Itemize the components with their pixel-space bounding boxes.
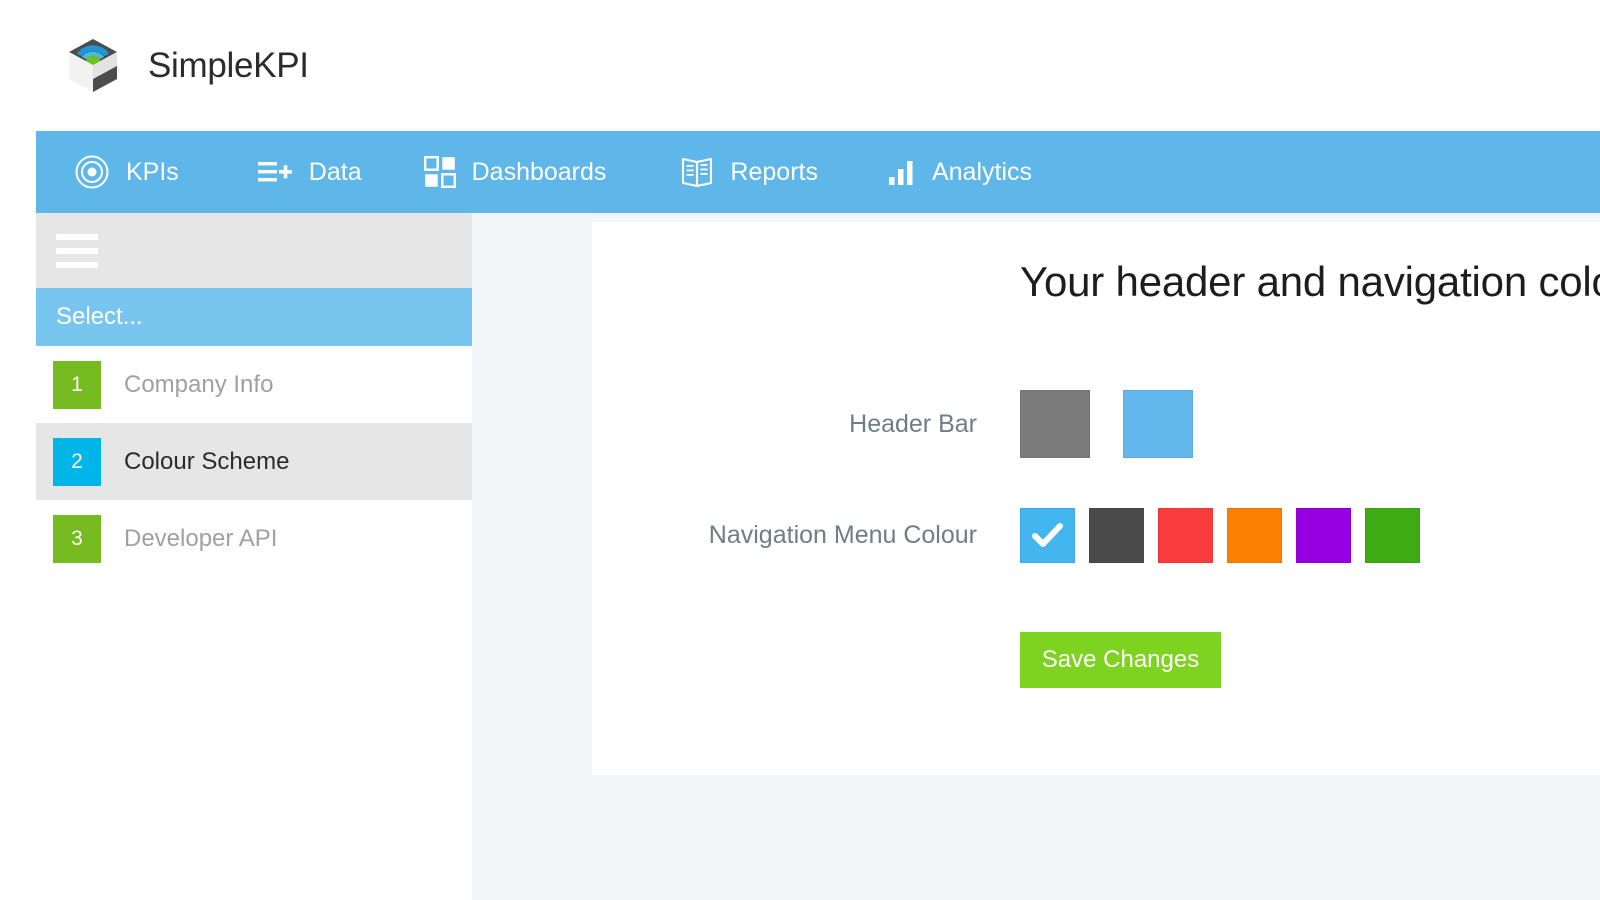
sidebar-item-label-company-info: Company Info: [124, 370, 274, 398]
swatch-nav-red[interactable]: [1158, 508, 1213, 563]
sidebar-item-colour-scheme[interactable]: 2 Colour Scheme: [36, 423, 472, 500]
sidebar-select-label: Select...: [56, 303, 143, 330]
nav-item-kpis[interactable]: KPIs: [36, 131, 179, 213]
brand-name: SimpleKPI: [148, 45, 309, 85]
swatch-nav-green[interactable]: [1365, 508, 1420, 563]
nav-item-analytics[interactable]: Analytics: [818, 131, 1032, 213]
nav-label-reports: Reports: [730, 157, 818, 186]
swatch-group-navigation-menu-colour: [1020, 508, 1420, 563]
nav-item-data[interactable]: Data: [179, 131, 362, 213]
nav-label-kpis: KPIs: [126, 157, 179, 186]
sidebar-item-label-colour-scheme: Colour Scheme: [124, 447, 290, 475]
swatch-nav-orange[interactable]: [1227, 508, 1282, 563]
swatch-header-bar-grey[interactable]: [1020, 390, 1090, 458]
grid-icon: [423, 156, 456, 188]
sidebar-toggle-button[interactable]: [36, 213, 472, 288]
field-row-navigation-menu-colour: Navigation Menu Colour: [592, 508, 1452, 563]
sidebar-item-label-developer-api: Developer API: [124, 524, 278, 552]
hamburger-icon: [56, 233, 98, 268]
isometric-cube-logo: [66, 37, 120, 95]
target-icon: [74, 154, 110, 190]
swatch-nav-blue[interactable]: [1020, 508, 1075, 563]
swatch-group-header-bar: [1020, 390, 1193, 458]
nav-item-dashboards[interactable]: Dashboards: [362, 131, 607, 213]
step-badge-2: 2: [53, 437, 101, 486]
main-navigation-bar: KPIs Data Dashboards Reports Analytics: [36, 131, 1600, 213]
step-badge-3: 3: [53, 514, 101, 563]
nav-label-dashboards: Dashboards: [471, 157, 607, 186]
colour-scheme-panel: Your header and navigation colours Heade…: [592, 222, 1600, 775]
sidebar-item-company-info[interactable]: 1 Company Info: [36, 346, 472, 423]
nav-item-reports[interactable]: Reports: [606, 131, 818, 213]
sidebar: Select... 1 Company Info 2 Colour Scheme…: [36, 213, 472, 900]
field-label-header-bar: Header Bar: [849, 409, 977, 438]
field-row-header-bar: Header Bar: [592, 390, 1252, 458]
open-book-icon: [680, 156, 714, 188]
sidebar-select-dropdown[interactable]: Select...: [36, 288, 472, 346]
nav-label-analytics: Analytics: [931, 157, 1033, 186]
sidebar-item-developer-api[interactable]: 3 Developer API: [36, 500, 472, 577]
swatch-nav-purple[interactable]: [1296, 508, 1351, 563]
swatch-nav-dark-grey[interactable]: [1089, 508, 1144, 563]
app-root: SimpleKPI KPIs Data Dashboards Reports A…: [0, 0, 1600, 900]
page-title: Your header and navigation colours: [1020, 258, 1600, 305]
checkmark-icon: [1021, 509, 1074, 562]
bar-chart-icon: [888, 158, 916, 186]
brand-header: SimpleKPI: [0, 0, 1600, 131]
save-changes-button[interactable]: Save Changes: [1020, 632, 1221, 688]
list-plus-icon: [257, 157, 293, 187]
field-label-navigation-menu-colour: Navigation Menu Colour: [708, 521, 977, 549]
step-badge-1: 1: [53, 360, 101, 409]
swatch-header-bar-blue[interactable]: [1123, 390, 1193, 458]
nav-label-data: Data: [308, 157, 362, 186]
